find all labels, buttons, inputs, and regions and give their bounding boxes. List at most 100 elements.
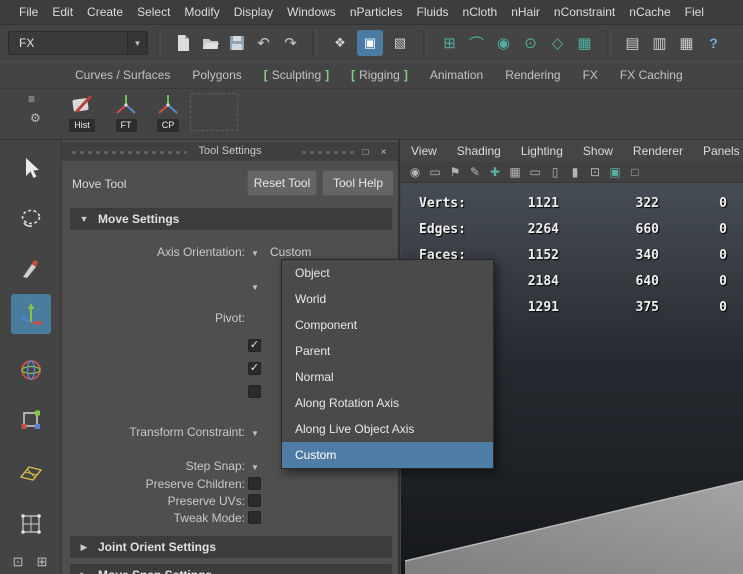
chevron-down-icon[interactable]: ▼ [251, 429, 259, 438]
shelf-item-hist[interactable]: Hist [62, 92, 102, 132]
menu-modify[interactable]: Modify [177, 5, 226, 19]
construction-history-icon[interactable]: ▥ [647, 31, 672, 55]
grid-tool-icon[interactable] [11, 504, 51, 544]
menu-select[interactable]: Select [130, 5, 177, 19]
viewport-menu-show[interactable]: Show [573, 144, 623, 158]
layout-shortcut-icon-1[interactable]: ⊡ [8, 554, 28, 570]
tweak-mode-checkbox[interactable] [248, 511, 261, 524]
dropdown-option-custom[interactable]: Custom [282, 442, 493, 468]
save-scene-icon[interactable] [224, 31, 249, 55]
preserve-children-checkbox[interactable] [248, 477, 261, 490]
render-settings-icon[interactable]: ▦ [674, 31, 699, 55]
gate-mask-icon[interactable]: ▮ [565, 165, 585, 179]
chevron-down-icon[interactable]: ▼ [251, 283, 259, 292]
dropdown-option-normal[interactable]: Normal [282, 364, 493, 390]
menu-edit[interactable]: Edit [45, 5, 80, 19]
viewport-menu-shading[interactable]: Shading [447, 144, 511, 158]
viewport-menu-renderer[interactable]: Renderer [623, 144, 693, 158]
select-by-object-icon[interactable]: ▣ [357, 30, 383, 56]
manipulator-icon[interactable]: ✚ [485, 165, 505, 179]
dropdown-option-component[interactable]: Component [282, 312, 493, 338]
shelf-tab-fx-caching[interactable]: FX Caching [609, 62, 694, 88]
menu-fluids[interactable]: Fluids [410, 5, 456, 19]
viewport-menu-panels[interactable]: Panels [693, 144, 743, 158]
dropdown-option-along-rotation-axis[interactable]: Along Rotation Axis [282, 390, 493, 416]
camera-attributes-icon[interactable]: ✎ [465, 165, 485, 179]
snap-to-view-planes-icon[interactable]: ◇ [545, 31, 570, 55]
move-settings-section-header[interactable]: ▼ Move Settings [70, 208, 392, 230]
resolution-gate-icon[interactable]: ▯ [545, 165, 565, 179]
input-connections-icon[interactable]: ▤ [620, 31, 645, 55]
field-chart-icon[interactable]: ⊡ [585, 165, 605, 179]
undo-icon[interactable]: ↶ [251, 31, 276, 55]
menu-nparticles[interactable]: nParticles [343, 5, 410, 19]
shelf-tab-rigging[interactable]: [ Rigging ] [340, 62, 419, 88]
float-panel-icon[interactable]: □ [358, 145, 373, 160]
snap-to-points-icon[interactable]: ◉ [491, 31, 516, 55]
menu-nhair[interactable]: nHair [504, 5, 547, 19]
snap-to-projected-center-icon[interactable]: ⊙ [518, 31, 543, 55]
menu-create[interactable]: Create [80, 5, 130, 19]
gear-icon[interactable]: ⚙ [30, 111, 41, 125]
move-snap-settings-section-header[interactable]: ▶ Move Snap Settings [70, 564, 392, 574]
safe-title-icon[interactable]: □ [625, 165, 645, 179]
plane-tool-icon[interactable] [11, 450, 51, 490]
dropdown-option-along-live-object-axis[interactable]: Along Live Object Axis [282, 416, 493, 442]
layout-shortcut-icon-2[interactable]: ⊞ [32, 554, 52, 570]
close-icon[interactable]: × [376, 145, 391, 160]
paint-select-tool-icon[interactable] [11, 248, 51, 288]
new-scene-icon[interactable] [170, 31, 195, 55]
grid-toggle-icon[interactable]: ▦ [505, 165, 525, 179]
menu-display[interactable]: Display [227, 5, 280, 19]
axis-orientation-value[interactable]: Custom [270, 245, 311, 259]
joint-orient-settings-section-header[interactable]: ▶ Joint Orient Settings [70, 536, 392, 558]
snap-to-grids-icon[interactable]: ⊞ [437, 31, 462, 55]
shelf-tab-sculpting[interactable]: [ Sculpting ] [253, 62, 340, 88]
select-by-component-icon[interactable]: ▧ [387, 30, 413, 56]
open-scene-icon[interactable] [197, 31, 222, 55]
move-tool-icon[interactable] [11, 294, 51, 334]
make-live-icon[interactable]: ▦ [572, 31, 597, 55]
select-by-hierarchy-icon[interactable]: ❖ [327, 30, 353, 56]
select-tool-icon[interactable] [11, 148, 51, 188]
viewport-menu-lighting[interactable]: Lighting [511, 144, 573, 158]
snap-to-curves-icon[interactable]: ⌒ [464, 31, 489, 55]
move-option-checkbox-2[interactable]: ✓ [248, 362, 261, 375]
dropdown-option-object[interactable]: Object [282, 260, 493, 286]
preserve-uvs-checkbox[interactable] [248, 494, 261, 507]
help-icon[interactable]: ? [701, 31, 726, 55]
bookmark-icon[interactable]: ⚑ [445, 165, 465, 179]
shelf-tab-rendering[interactable]: Rendering [494, 62, 571, 88]
move-option-checkbox-1[interactable]: ✓ [248, 339, 261, 352]
menuset-dropdown[interactable]: FX ▼ [8, 31, 148, 55]
viewport-menu-view[interactable]: View [401, 144, 447, 158]
menu-ncache[interactable]: nCache [622, 5, 677, 19]
scale-tool-icon[interactable] [11, 400, 51, 440]
move-option-checkbox-3[interactable] [248, 385, 261, 398]
reset-tool-button[interactable]: Reset Tool [247, 170, 317, 196]
dropdown-option-parent[interactable]: Parent [282, 338, 493, 364]
tool-settings-titlebar[interactable]: Tool Settings □ × [62, 142, 398, 161]
tool-help-button[interactable]: Tool Help [322, 170, 394, 196]
lasso-tool-icon[interactable] [11, 198, 51, 238]
chevron-down-icon[interactable]: ▼ [251, 249, 259, 258]
camera-lock-icon[interactable]: ▭ [425, 165, 445, 179]
shelf-tab-curves-surfaces[interactable]: Curves / Surfaces [64, 62, 181, 88]
menu-windows[interactable]: Windows [280, 5, 343, 19]
menu-nconstraint[interactable]: nConstraint [547, 5, 622, 19]
menu-fields[interactable]: Fiel [678, 5, 711, 19]
dropdown-option-world[interactable]: World [282, 286, 493, 312]
safe-action-icon[interactable]: ▣ [605, 165, 625, 179]
shelf-tab-animation[interactable]: Animation [419, 62, 494, 88]
camera-icon[interactable]: ◉ [405, 165, 425, 179]
shelf-menu-icon[interactable]: ≡ [28, 92, 35, 106]
shelf-tab-polygons[interactable]: Polygons [181, 62, 252, 88]
shelf-item-cp[interactable]: CP [148, 92, 188, 132]
menu-ncloth[interactable]: nCloth [456, 5, 505, 19]
chevron-down-icon[interactable]: ▼ [251, 463, 259, 472]
chevron-down-icon[interactable]: ▼ [127, 32, 147, 54]
shelf-item-ft[interactable]: FT [106, 92, 146, 132]
film-gate-icon[interactable]: ▭ [525, 165, 545, 179]
rotate-tool-icon[interactable] [11, 350, 51, 390]
shelf-tab-fx[interactable]: FX [572, 62, 609, 88]
